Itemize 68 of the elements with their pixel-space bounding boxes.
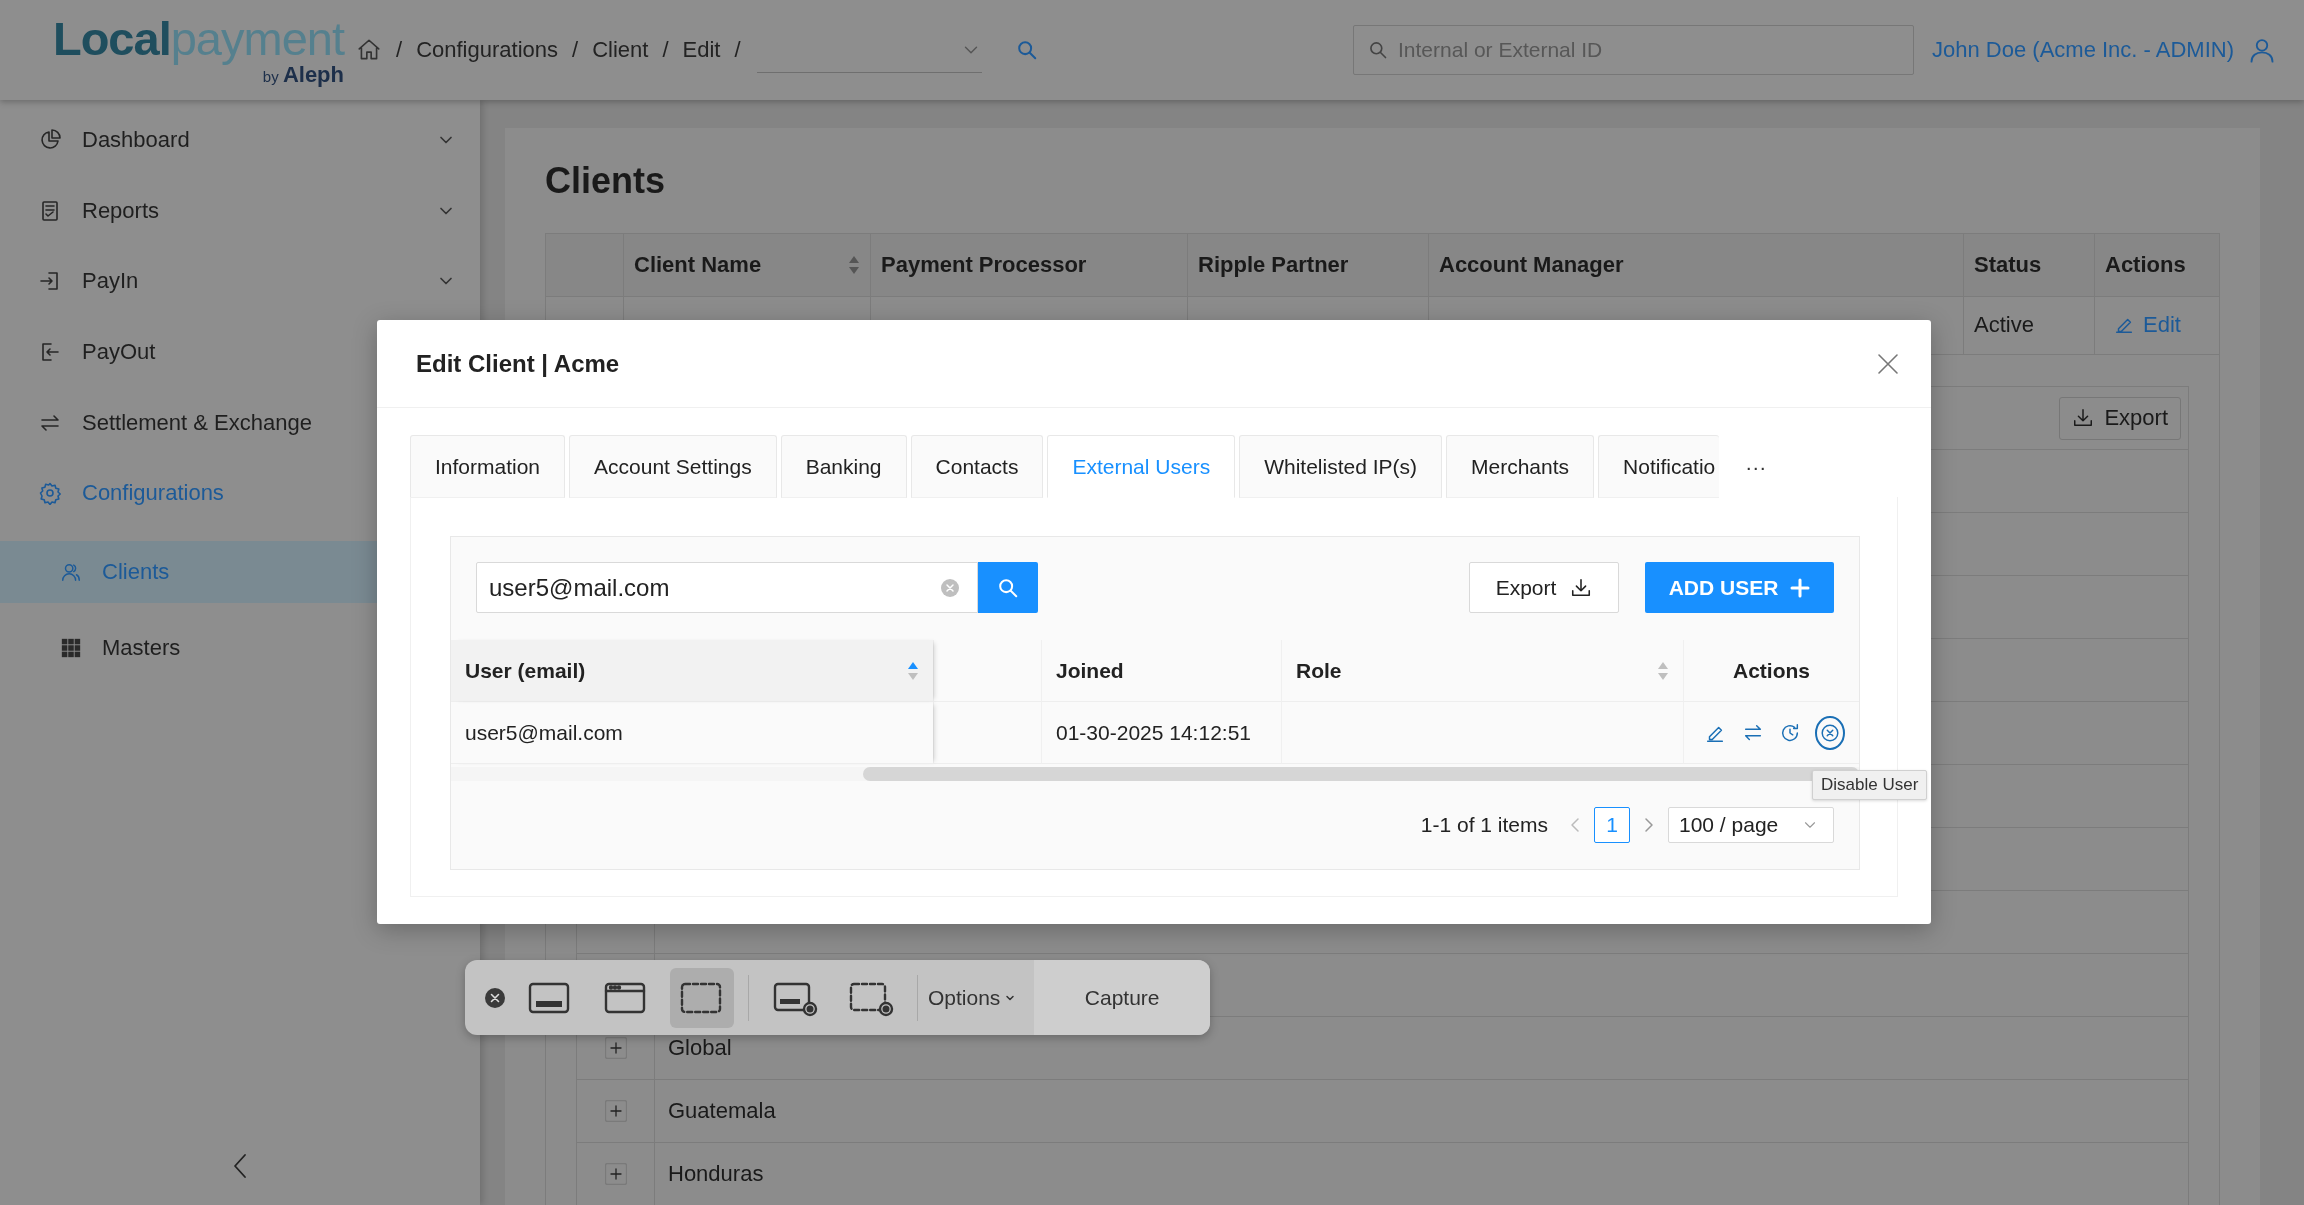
modal-title: Edit Client | Acme (416, 349, 620, 378)
sidebar-item[interactable]: PayIn (0, 246, 480, 317)
sidebar-item[interactable]: Dashboard (0, 105, 480, 176)
column-header: Payment Processor (881, 251, 1088, 278)
breadcrumb-separator: / (734, 37, 741, 63)
breadcrumb-separator: / (572, 37, 579, 63)
breadcrumb-separator: / (396, 37, 403, 63)
search-box[interactable]: user5@mail.com (476, 562, 978, 613)
breadcrumb-link[interactable]: Configurations (416, 37, 558, 63)
table-cell: user5@mail.com (465, 720, 623, 745)
column-header: Status (1974, 251, 2043, 278)
disable-button[interactable] (1815, 715, 1845, 750)
plus-icon (1790, 577, 1811, 598)
table-cell: Active (1974, 312, 2034, 339)
grid-icon (60, 636, 82, 659)
search-input[interactable]: user5@mail.com (489, 573, 941, 602)
column-header: User (email) (465, 658, 586, 683)
sidebar-item[interactable]: Reports (0, 175, 480, 247)
page-title: Clients (545, 158, 667, 203)
download-icon (1570, 576, 1593, 599)
tab[interactable]: Contacts (910, 435, 1044, 498)
next-page-icon[interactable] (1644, 817, 1654, 833)
tab[interactable]: Banking (780, 435, 907, 498)
tab[interactable]: Notificatio (1598, 435, 1720, 498)
column-header: Role (1296, 658, 1342, 683)
table-cell: Honduras (668, 1161, 764, 1187)
settings-icon (38, 481, 62, 506)
page-size-select[interactable]: 100 / page (1668, 807, 1834, 843)
breadcrumb-link[interactable]: Edit (682, 37, 721, 63)
user-icon[interactable] (2248, 36, 2276, 64)
page-button[interactable]: 1 (1594, 807, 1630, 843)
close-icon[interactable] (1877, 352, 1899, 375)
expand-icon[interactable] (604, 1100, 627, 1122)
expand-icon[interactable] (604, 1163, 627, 1185)
options-button[interactable]: Options (918, 960, 1035, 1035)
breadcrumb-link[interactable]: Client (592, 37, 649, 63)
search-icon[interactable] (1015, 39, 1038, 61)
add-user-button[interactable]: ADD USER (1645, 562, 1834, 613)
tab[interactable]: Account Settings (569, 435, 777, 498)
column-header: Ripple Partner (1198, 251, 1350, 278)
logo-byline: by Aleph (262, 63, 344, 86)
export-button[interactable]: Export (1469, 562, 1619, 613)
column-header: Actions (2105, 251, 2187, 278)
breadcrumb-separator: / (662, 37, 669, 63)
selection-mode-button[interactable] (670, 967, 734, 1028)
tab[interactable]: Information (410, 435, 566, 498)
tab[interactable]: Merchants (1446, 435, 1595, 498)
search-button[interactable] (978, 562, 1038, 613)
pagination-summary: 1-1 of 1 items (1420, 813, 1548, 837)
search-icon (997, 576, 1019, 599)
tab[interactable]: External Users (1047, 435, 1236, 498)
table-cell: 01-30-2025 14:12:51 (1056, 720, 1251, 745)
expand-icon[interactable] (604, 1037, 627, 1059)
more-tabs-button[interactable]: ··· (1745, 454, 1767, 479)
capture-button[interactable]: Capture (1034, 960, 1210, 1035)
column-header: Actions (1733, 658, 1810, 683)
column-header: Joined (1056, 658, 1124, 683)
download-icon (2072, 407, 2095, 429)
tooltip: Disable User (1812, 770, 1928, 800)
tab[interactable]: Whitelisted IP(s) (1239, 435, 1442, 498)
close-icon[interactable] (484, 986, 506, 1009)
search-icon (1368, 40, 1388, 60)
column-header: Client Name (634, 251, 860, 278)
table-cell: Global (668, 1035, 732, 1061)
table-cell: Guatemala (668, 1098, 776, 1124)
export-button[interactable]: Export (2059, 396, 2181, 440)
column-header: Account Manager (1439, 251, 1625, 278)
collapse-icon[interactable] (232, 1153, 248, 1179)
